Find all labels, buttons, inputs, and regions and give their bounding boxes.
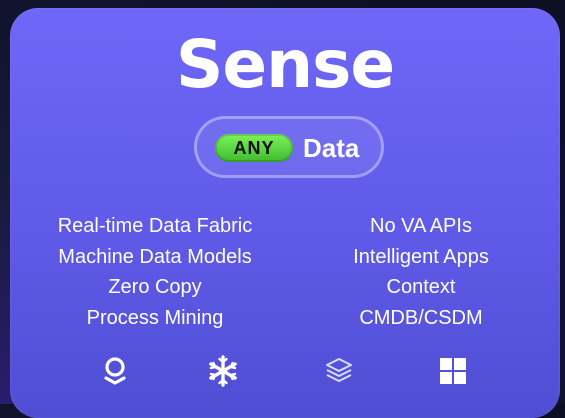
feature-item: Real-time Data Fabric [57, 215, 253, 237]
any-data-pill: ANY Data [194, 116, 384, 178]
snowflake-icon [206, 354, 240, 388]
feature-item: Context [386, 276, 456, 298]
layers-icon [322, 354, 356, 388]
card-title: Sense [175, 26, 395, 103]
palantir-icon [98, 354, 132, 388]
feature-item: CMDB/CSDM [359, 306, 483, 329]
feature-item: No VA APIs [370, 215, 472, 237]
feature-item: Intelligent Apps [353, 245, 489, 268]
sense-card: Sense ANY Data Real-time Data Fabric Mac… [10, 8, 560, 418]
feature-item: Process Mining [86, 306, 224, 329]
feature-column-right: No VA APIs Intelligent Apps Context CMDB… [338, 211, 504, 333]
feature-item: Zero Copy [108, 276, 202, 298]
data-label: Data [303, 133, 360, 163]
microsoft-windows-icon [436, 354, 470, 388]
any-badge: ANY [215, 134, 293, 162]
feature-column-left: Real-time Data Fabric Machine Data Model… [38, 211, 272, 333]
feature-item: Machine Data Models [58, 245, 252, 268]
integration-icons [10, 354, 560, 394]
